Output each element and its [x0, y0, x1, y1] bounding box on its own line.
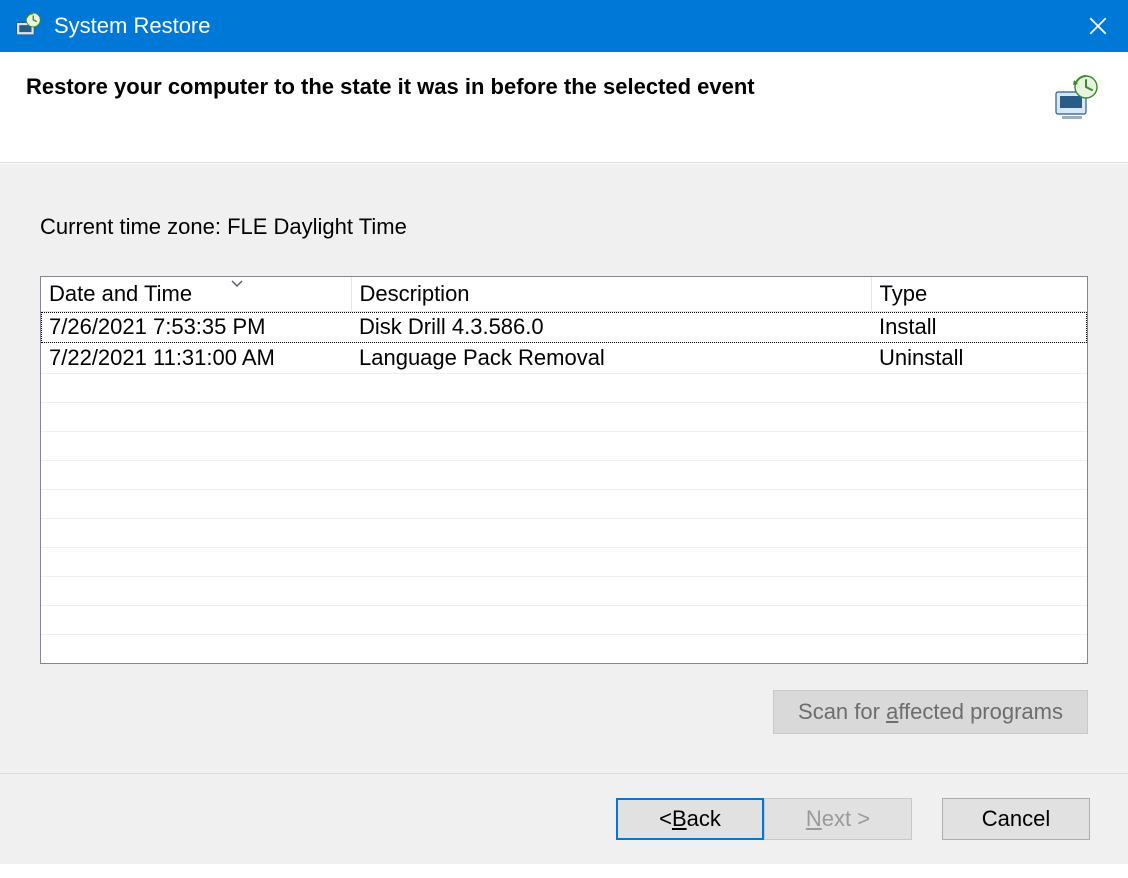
wizard-footer: < Back Next > Cancel: [0, 773, 1128, 864]
cell-date: 7/22/2021 11:31:00 AM: [41, 343, 351, 374]
column-header-date[interactable]: Date and Time: [41, 277, 351, 312]
back-button[interactable]: < Back: [616, 798, 764, 840]
cell-type: Install: [871, 312, 1087, 343]
column-header-date-label: Date and Time: [49, 281, 192, 306]
wizard-body: Current time zone: FLE Daylight Time Dat…: [0, 163, 1128, 773]
scan-button-post: ffected programs: [898, 699, 1063, 724]
window-title: System Restore: [54, 13, 1068, 39]
table-row-empty: [41, 374, 1087, 403]
cell-description: Language Pack Removal: [351, 343, 871, 374]
column-header-type[interactable]: Type: [871, 277, 1087, 312]
back-post: ack: [687, 806, 721, 832]
table-row-empty: [41, 519, 1087, 548]
wizard-header: Restore your computer to the state it wa…: [0, 52, 1128, 163]
table-row[interactable]: 7/26/2021 7:53:35 PM Disk Drill 4.3.586.…: [41, 312, 1087, 343]
close-icon: [1089, 17, 1107, 35]
table-row-empty: [41, 461, 1087, 490]
column-header-description-label: Description: [360, 281, 470, 306]
column-header-description[interactable]: Description: [351, 277, 871, 312]
table-row-empty: [41, 577, 1087, 606]
cell-description: Disk Drill 4.3.586.0: [351, 312, 871, 343]
next-button[interactable]: Next >: [764, 798, 912, 840]
page-title: Restore your computer to the state it wa…: [26, 74, 1052, 100]
table-row[interactable]: 7/22/2021 11:31:00 AM Language Pack Remo…: [41, 343, 1087, 374]
column-header-type-label: Type: [880, 281, 928, 306]
close-button[interactable]: [1068, 0, 1128, 52]
titlebar: System Restore: [0, 0, 1128, 52]
table-row-empty: [41, 490, 1087, 519]
cancel-label: Cancel: [982, 806, 1050, 832]
scan-button-pre: Scan for: [798, 699, 886, 724]
next-accel: N: [806, 806, 822, 832]
table-row-empty: [41, 548, 1087, 577]
cell-date: 7/26/2021 7:53:35 PM: [41, 312, 351, 343]
scan-affected-programs-button[interactable]: Scan for affected programs: [773, 690, 1088, 734]
system-restore-large-icon: [1052, 74, 1100, 122]
restore-points-table[interactable]: Date and Time Description Type 7/26/20: [40, 276, 1088, 664]
system-restore-icon: [12, 10, 44, 42]
back-accel: B: [672, 806, 687, 832]
sort-descending-icon: [231, 277, 243, 291]
timezone-label: Current time zone: FLE Daylight Time: [40, 214, 1088, 240]
table-row-empty: [41, 403, 1087, 432]
table-row-empty: [41, 635, 1087, 664]
table-row-empty: [41, 606, 1087, 635]
next-post: ext >: [822, 806, 870, 832]
back-pre: <: [659, 806, 672, 832]
scan-button-accel: a: [886, 699, 898, 724]
cancel-button[interactable]: Cancel: [942, 798, 1090, 840]
table-row-empty: [41, 432, 1087, 461]
cell-type: Uninstall: [871, 343, 1087, 374]
